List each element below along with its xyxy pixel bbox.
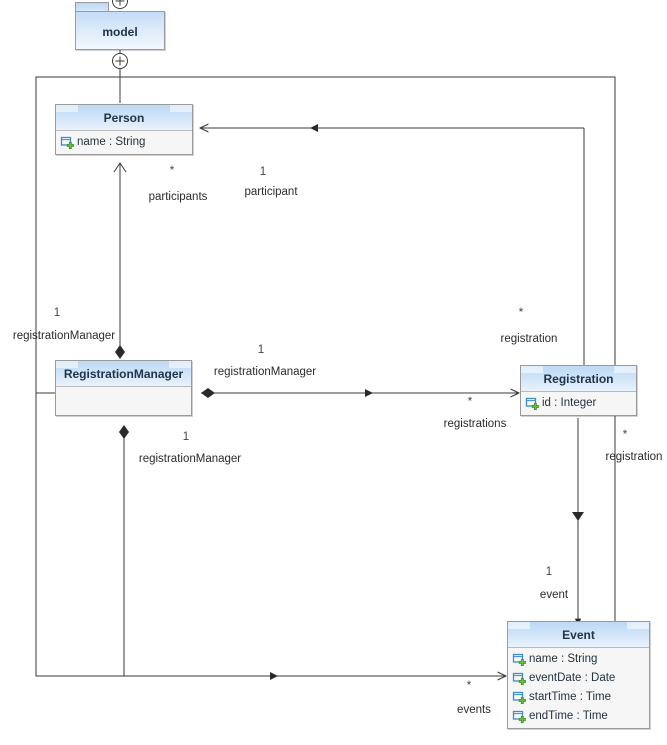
class-node-person[interactable]: Person name : String [55, 104, 193, 155]
edge-role-registrations: registrations [443, 418, 507, 430]
circle-plus-icon-bottom [112, 53, 128, 69]
attribute-label: id : Integer [542, 396, 597, 409]
class-node-event[interactable]: Event name : String eventDate: Date sta… [507, 621, 650, 729]
edge-role-events: events [457, 704, 491, 716]
edge-role-registration-right: registration [605, 451, 663, 463]
attribute-label: eventDate : Date [529, 671, 616, 684]
composition-diamond-manager-events [119, 425, 129, 439]
direction-marker-events [270, 672, 278, 680]
class-node-registration[interactable]: Registration id : Integer [520, 365, 637, 416]
composition-diamond-manager-registrations [201, 388, 215, 398]
edge-multiplicity-registration-manager-left: 1 [53, 307, 61, 319]
package-name-label: model [102, 25, 138, 39]
attribute-row[interactable]: eventDate : Date [508, 669, 649, 688]
edge-multiplicity-registrations: * [467, 396, 473, 408]
public-attribute-icon [525, 397, 540, 411]
edge-multiplicity-events: * [466, 680, 472, 692]
edge-frame-right-to-event [120, 76, 616, 625]
edge-multiplicity-registration-manager-bottom: 1 [182, 431, 190, 443]
attribute-label: name : String [529, 652, 598, 665]
attribute-row[interactable]: endTime : Time [508, 707, 649, 726]
attribute-row[interactable]: id : Integer [521, 394, 636, 413]
class-name-registration: Registration [521, 366, 636, 392]
composition-diamond-manager-participants [115, 345, 125, 359]
public-attribute-icon [60, 136, 75, 150]
edge-role-registration-top: registration [500, 333, 558, 345]
class-attributes-person: name : String [56, 131, 192, 154]
class-name-event: Event [508, 622, 649, 648]
edge-multiplicity-registration-right: * [622, 429, 628, 441]
direction-marker-registrations [365, 389, 373, 397]
edge-role-participants: participants [148, 191, 208, 203]
attribute-row[interactable]: startTime : Time [508, 688, 649, 707]
uml-class-diagram-canvas[interactable]: model Person name : String RegistrationM… [0, 0, 667, 745]
class-name-registration-manager: RegistrationManager [56, 361, 191, 387]
attribute-label: endTime : Time [529, 709, 608, 722]
edge-role-registration-manager-left: registrationManager [12, 330, 116, 342]
attribute-label: startTime : Time [529, 690, 611, 703]
package-tab [75, 2, 109, 11]
edge-role-registration-manager-bottom: registrationManager [138, 453, 242, 465]
package-body: model [75, 11, 165, 50]
attribute-label: name : String [77, 135, 146, 148]
circle-plus-icon-top [112, 0, 128, 9]
public-attribute-icon [512, 653, 527, 667]
class-attributes-registration-manager [56, 387, 191, 415]
public-attribute-icon [512, 672, 527, 686]
edge-role-registration-manager-center: registrationManager [213, 366, 317, 378]
attribute-row[interactable]: name : String [56, 133, 192, 152]
edge-role-participant: participant [244, 186, 298, 198]
edge-multiplicity-registration-top: * [518, 307, 524, 319]
class-attributes-registration: id : Integer [521, 392, 636, 415]
class-name-person: Person [56, 105, 192, 131]
direction-marker-participant [310, 124, 318, 132]
attribute-row[interactable]: name : String [508, 650, 649, 669]
edge-multiplicity-event: 1 [545, 566, 553, 578]
direction-marker-event [572, 512, 584, 521]
edge-role-event: event [539, 589, 569, 601]
edge-multiplicity-participant: 1 [259, 166, 267, 178]
class-node-registration-manager[interactable]: RegistrationManager [55, 360, 192, 416]
public-attribute-icon [512, 691, 527, 705]
edge-multiplicity-registration-manager-center: 1 [257, 344, 265, 356]
public-attribute-icon [512, 710, 527, 724]
class-attributes-event: name : String eventDate : Date startTime… [508, 648, 649, 728]
edge-multiplicity-participants: * [169, 165, 175, 177]
